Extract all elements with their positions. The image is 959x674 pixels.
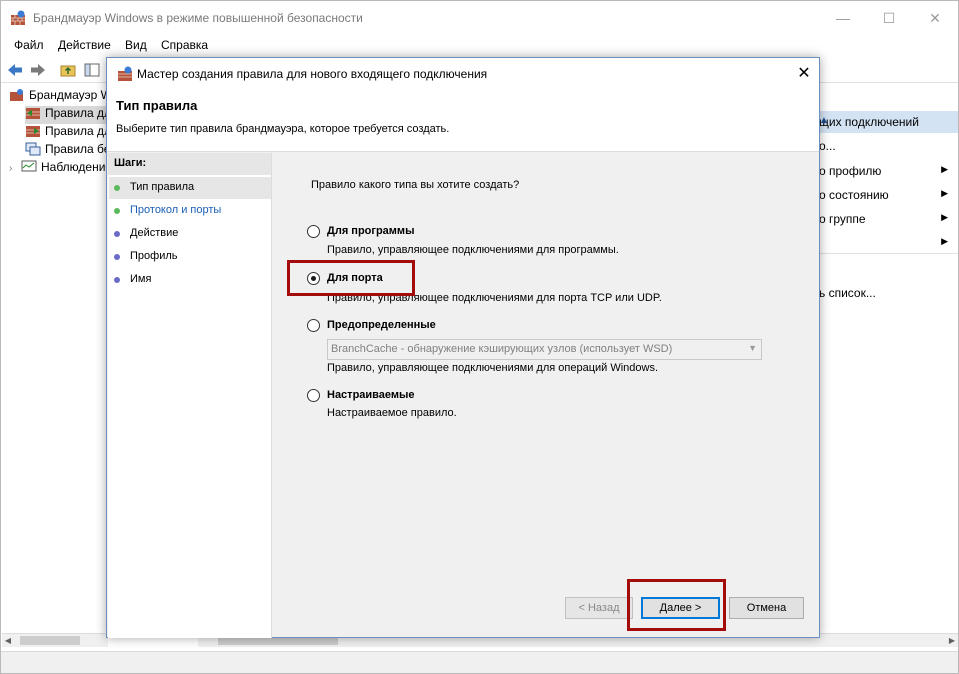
option-label: Настраиваемые xyxy=(327,389,415,401)
action-item[interactable]: о... xyxy=(819,135,958,157)
tree-item-inbound-rules[interactable]: Правила для входящих xyxy=(25,106,108,124)
cancel-button[interactable]: Отмена xyxy=(729,597,804,619)
option-label: Предопределенные xyxy=(327,319,436,331)
firewall-icon xyxy=(118,66,132,81)
submenu-arrow-icon: ▶ xyxy=(941,164,948,174)
collapse-up-icon[interactable]: ▲ xyxy=(819,115,950,126)
dialog-header: Тип правила Выберите тип правила брандма… xyxy=(107,89,819,151)
firewall-icon xyxy=(10,89,23,101)
step-dot-icon xyxy=(114,185,120,191)
scroll-left-icon[interactable]: ◀ xyxy=(2,634,14,647)
dropdown-value: BranchCache - обнаружение кэширующих узл… xyxy=(331,343,673,355)
menu-view[interactable]: Вид xyxy=(125,38,147,52)
dialog-titlebar: Мастер создания правила для нового входя… xyxy=(107,58,819,89)
close-button[interactable]: ✕ xyxy=(912,1,958,35)
step-label: Имя xyxy=(130,273,152,285)
step-dot-icon xyxy=(114,254,120,260)
new-inbound-rule-wizard: Мастер создания правила для нового входя… xyxy=(106,57,820,638)
steps-pane: Шаги: Тип правила Протокол и порты Действи… xyxy=(108,153,272,638)
connection-security-icon xyxy=(25,142,41,156)
action-export-list[interactable]: ь список... xyxy=(819,282,958,304)
step-label: Профиль xyxy=(130,250,178,262)
step-dot-icon xyxy=(114,208,120,214)
step-item[interactable]: Имя xyxy=(109,269,271,291)
dialog-body: Шаги: Тип правила Протокол и порты Действи… xyxy=(107,151,819,638)
rule-type-content: Правило какого типа вы хотите создать? Д… xyxy=(273,153,819,638)
steps-header: Шаги: xyxy=(108,153,271,175)
actions-header[interactable]: щих подключений ▲ xyxy=(819,111,958,133)
step-label: Тип правила xyxy=(130,181,195,193)
step-dot-icon xyxy=(114,231,120,237)
outbound-rules-icon xyxy=(26,126,40,137)
step-item[interactable]: Действие xyxy=(109,223,271,245)
rule-type-question: Правило какого типа вы хотите создать? xyxy=(311,179,520,191)
tree-label: Правила для исходящих xyxy=(45,124,108,138)
tree-label: Брандмауэр Windows xyxy=(29,88,108,102)
predefined-rules-dropdown[interactable]: BranchCache - обнаружение кэширующих узл… xyxy=(327,339,762,360)
console-tree-icon[interactable] xyxy=(83,61,101,79)
back-button[interactable]: < Назад xyxy=(565,597,633,619)
action-view[interactable]: ▶ xyxy=(819,232,958,254)
step-item[interactable]: Тип правила xyxy=(109,177,271,199)
action-filter-state[interactable]: о состоянию ▶ xyxy=(819,184,958,206)
tree-item-outbound-rules[interactable]: Правила для исходящих xyxy=(25,124,108,142)
expand-chevron-icon[interactable]: › xyxy=(9,163,21,174)
folder-up-icon[interactable] xyxy=(59,61,77,79)
page-description: Выберите тип правила брандмауэра, которо… xyxy=(116,123,450,135)
minimize-button[interactable]: — xyxy=(820,1,866,35)
tree-scrollbar[interactable]: ◀ xyxy=(2,633,108,647)
tree-item-security-rules[interactable]: Правила безопасности xyxy=(25,142,108,160)
tree-item-root[interactable]: Брандмауэр Windows xyxy=(9,88,108,106)
highlight-frame-port-option xyxy=(287,260,415,296)
highlight-frame-next-button xyxy=(627,579,726,631)
action-filter-profile[interactable]: о профилю ▶ xyxy=(819,160,958,182)
radio-custom[interactable] xyxy=(307,389,320,402)
window-title: Брандмауэр Windows в режиме повышенной б… xyxy=(33,11,363,25)
dialog-title: Мастер создания правила для нового входя… xyxy=(137,67,488,81)
status-bar xyxy=(1,651,958,673)
scroll-right-icon[interactable]: ▶ xyxy=(946,634,958,647)
tree-label: Правила безопасности xyxy=(45,142,108,156)
step-label: Протокол и порты xyxy=(130,204,222,216)
monitoring-icon xyxy=(21,160,37,172)
dialog-close-button[interactable]: ✕ xyxy=(789,58,819,89)
tree-label: Правила для входящих xyxy=(45,106,108,120)
action-filter-group[interactable]: о группе ▶ xyxy=(819,208,958,230)
forward-arrow-icon[interactable] xyxy=(29,61,47,79)
option-description: Правило, управляющее подключениями для о… xyxy=(327,362,659,374)
option-label: Для программы xyxy=(327,225,415,237)
console-tree: Брандмауэр Windows Правила для входящих … xyxy=(1,84,108,636)
radio-program[interactable] xyxy=(307,225,320,238)
step-label: Действие xyxy=(130,227,179,239)
firewall-icon xyxy=(11,10,25,25)
chevron-down-icon: ▼ xyxy=(748,343,757,353)
step-item[interactable]: Протокол и порты xyxy=(109,200,271,222)
actions-pane: щих подключений ▲ о... о профилю ▶ о сост… xyxy=(819,84,958,636)
option-description: Настраиваемое правило. xyxy=(327,407,457,419)
scroll-thumb[interactable] xyxy=(20,636,80,645)
maximize-button[interactable]: ☐ xyxy=(866,1,912,35)
back-arrow-icon[interactable] xyxy=(6,61,24,79)
step-dot-icon xyxy=(114,277,120,283)
menu-action[interactable]: Действие xyxy=(58,38,111,52)
menu-file[interactable]: Файл xyxy=(14,38,44,52)
submenu-arrow-icon: ▶ xyxy=(941,236,948,246)
menu-bar: Файл Действие Вид Справка xyxy=(1,35,958,55)
step-item[interactable]: Профиль xyxy=(109,246,271,268)
option-description: Правило, управляющее подключениями для п… xyxy=(327,244,619,256)
page-title: Тип правила xyxy=(116,98,198,113)
main-titlebar: Брандмауэр Windows в режиме повышенной б… xyxy=(1,1,958,35)
menu-help[interactable]: Справка xyxy=(161,38,208,52)
submenu-arrow-icon: ▶ xyxy=(941,188,948,198)
radio-predefined[interactable] xyxy=(307,319,320,332)
tree-label: Наблюдение xyxy=(41,160,108,174)
tree-item-monitoring[interactable]: › Наблюдение xyxy=(9,160,108,178)
submenu-arrow-icon: ▶ xyxy=(941,212,948,222)
inbound-rules-icon xyxy=(26,108,40,119)
